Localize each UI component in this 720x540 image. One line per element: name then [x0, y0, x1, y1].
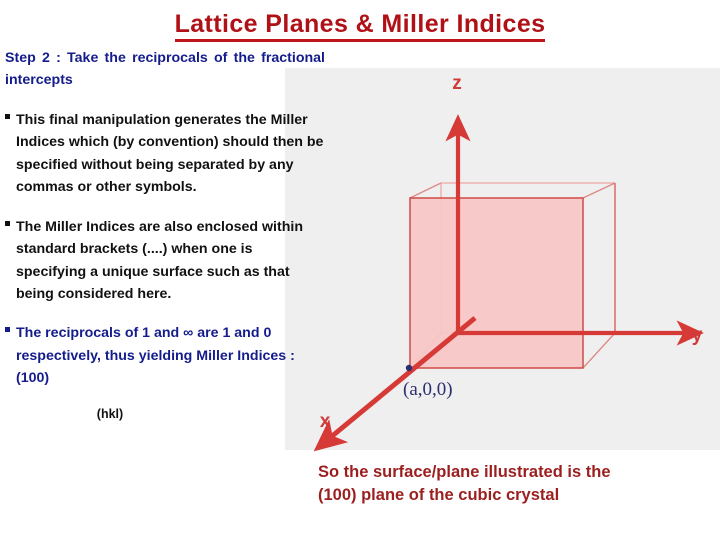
- bullet-item-1: This final manipulation generates the Mi…: [5, 109, 325, 199]
- intercept-point-a00: [405, 364, 413, 372]
- bullet-item-3-text: The reciprocals of 1 and ∞ are 1 and 0 r…: [16, 325, 295, 387]
- unit-cell-diagram: z y x (a,0,0): [313, 73, 704, 452]
- bullet-item-2: The Miller Indices are also enclosed wit…: [5, 216, 325, 306]
- z-axis-label: z: [452, 73, 462, 94]
- x-axis: [313, 316, 477, 452]
- body-text-column: Step 2 : Take the reciprocals of the fra…: [5, 47, 325, 421]
- step-paragraph: Step 2 : Take the reciprocals of the fra…: [5, 50, 325, 89]
- conclusion-caption: So the surface/plane illustrated is the …: [318, 461, 716, 508]
- bullet-marker-icon: [5, 327, 10, 333]
- page-title: Lattice Planes & Miller Indices: [0, 10, 720, 42]
- bullet-item-1-text: This final manipulation generates the Mi…: [16, 111, 324, 196]
- slide-canvas: Lattice Planes & Miller Indices Step 2 :…: [0, 0, 720, 540]
- page-title-text: Lattice Planes & Miller Indices: [174, 10, 546, 42]
- bullet-marker-icon: [5, 220, 10, 226]
- y-axis-label: y: [692, 325, 703, 346]
- intercept-point-label: (a,0,0): [403, 379, 453, 400]
- conclusion-caption-line-2: (100) plane of the cubic crystal: [318, 486, 560, 505]
- x-axis-label: x: [320, 411, 331, 432]
- bullet-item-3: The reciprocals of 1 and ∞ are 1 and 0 r…: [5, 322, 325, 389]
- miller-plane-100: [409, 197, 584, 369]
- hkl-note: (hkl): [96, 406, 124, 421]
- bullet-marker-icon: [5, 113, 10, 119]
- conclusion-caption-line-1: So the surface/plane illustrated is the: [318, 463, 611, 481]
- bullet-item-2-text: The Miller Indices are also enclosed wit…: [16, 218, 303, 302]
